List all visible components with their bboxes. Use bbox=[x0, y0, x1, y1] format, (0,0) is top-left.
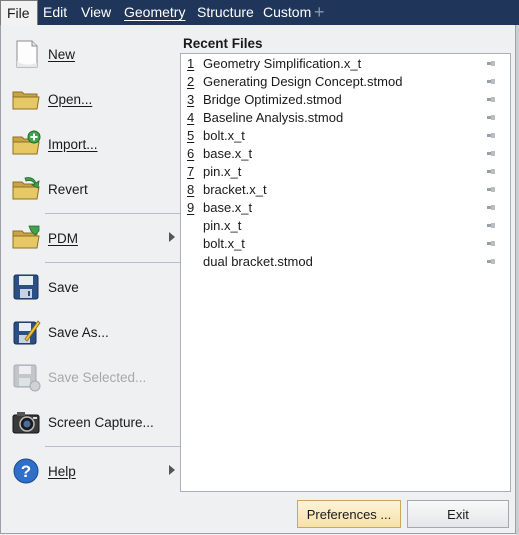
recent-file-row[interactable]: pin.x_t bbox=[181, 217, 510, 235]
menu-item-pdm[interactable]: PDM bbox=[7, 218, 175, 258]
recent-file-row[interactable]: 4 Baseline Analysis.stmod bbox=[181, 109, 510, 127]
menu-item-label: Save Selected... bbox=[48, 369, 147, 385]
recent-file-row[interactable]: bolt.x_t bbox=[181, 235, 510, 253]
menu-separator bbox=[45, 213, 181, 214]
recent-file-row[interactable]: 3 Bridge Optimized.stmod bbox=[181, 91, 510, 109]
menu-item-save[interactable]: Save bbox=[7, 267, 175, 307]
recent-file-name: bolt.x_t bbox=[203, 128, 245, 143]
menu-item-label: Save bbox=[48, 279, 79, 295]
menu-item-screen-capture[interactable]: Screen Capture... bbox=[7, 402, 175, 442]
recent-file-name: base.x_t bbox=[203, 200, 253, 215]
recent-file-name: bolt.x_t bbox=[203, 236, 245, 251]
open-folder-icon bbox=[11, 84, 41, 114]
menu-file[interactable]: File bbox=[0, 0, 38, 25]
menu-item-label: Import... bbox=[48, 136, 98, 152]
menu-item-label: Save As... bbox=[48, 324, 109, 340]
recent-file-name: dual bracket.stmod bbox=[203, 254, 313, 269]
pin-icon[interactable] bbox=[487, 150, 496, 157]
menu-custom[interactable]: Custom bbox=[257, 0, 317, 25]
recent-file-row[interactable]: 7 pin.x_t bbox=[181, 163, 510, 181]
submenu-arrow-icon bbox=[169, 232, 175, 242]
recent-file-number: 5 bbox=[187, 128, 195, 143]
pin-icon[interactable] bbox=[487, 240, 496, 247]
exit-button[interactable]: Exit bbox=[407, 500, 509, 528]
menu-item-label: Open... bbox=[48, 91, 93, 107]
menu-item-label: Screen Capture... bbox=[48, 414, 154, 430]
menu-separator bbox=[45, 262, 181, 263]
menu-view[interactable]: View bbox=[75, 0, 117, 25]
pin-icon[interactable] bbox=[487, 204, 496, 211]
menu-item-save-selected[interactable]: Save Selected... bbox=[7, 357, 175, 397]
revert-folder-icon bbox=[11, 174, 41, 204]
recent-file-row[interactable]: 2 Generating Design Concept.stmod bbox=[181, 73, 510, 91]
save-disk-icon bbox=[11, 272, 41, 302]
recent-file-row[interactable]: 8 bracket.x_t bbox=[181, 181, 510, 199]
menu-item-label: New bbox=[48, 46, 76, 62]
recent-files-title: Recent Files bbox=[183, 36, 263, 51]
svg-text:?: ? bbox=[21, 462, 31, 481]
recent-file-name: Geometry Simplification.x_t bbox=[203, 56, 362, 71]
recent-file-row[interactable]: dual bracket.stmod bbox=[181, 253, 510, 271]
recent-file-number: 1 bbox=[187, 56, 195, 71]
recent-file-number: 2 bbox=[187, 74, 195, 89]
menu-edit[interactable]: Edit bbox=[37, 0, 73, 25]
camera-icon bbox=[11, 407, 41, 437]
menu-structure[interactable]: Structure bbox=[191, 0, 260, 25]
menu-item-revert[interactable]: Revert bbox=[7, 169, 175, 209]
pin-icon[interactable] bbox=[487, 96, 496, 103]
menu-item-new[interactable]: New bbox=[7, 34, 175, 74]
pin-icon[interactable] bbox=[487, 168, 496, 175]
menu-geometry[interactable]: Geometry bbox=[118, 0, 191, 25]
help-icon: ? bbox=[11, 456, 41, 486]
pin-icon[interactable] bbox=[487, 132, 496, 139]
recent-file-number: 7 bbox=[187, 164, 195, 179]
menu-item-label: Help bbox=[48, 463, 76, 479]
pin-icon[interactable] bbox=[487, 186, 496, 193]
recent-file-number: 6 bbox=[187, 146, 195, 161]
pdm-folder-icon bbox=[11, 223, 41, 253]
recent-file-row[interactable]: 1 Geometry Simplification.x_t bbox=[181, 55, 510, 73]
menu-item-label: PDM bbox=[48, 230, 78, 246]
new-document-icon bbox=[11, 39, 41, 69]
pin-icon[interactable] bbox=[487, 258, 496, 265]
recent-file-name: Generating Design Concept.stmod bbox=[203, 74, 403, 89]
recent-file-name: bracket.x_t bbox=[203, 182, 267, 197]
menu-item-open[interactable]: Open... bbox=[7, 79, 175, 119]
preferences-button[interactable]: Preferences ... bbox=[297, 500, 401, 528]
recent-files-list: 1 Geometry Simplification.x_t 2 Generati… bbox=[180, 53, 511, 492]
menu-separator bbox=[45, 446, 181, 447]
save-selected-icon bbox=[11, 362, 41, 392]
recent-file-number: 9 bbox=[187, 200, 195, 215]
recent-file-row[interactable]: 5 bolt.x_t bbox=[181, 127, 510, 145]
recent-file-name: base.x_t bbox=[203, 146, 253, 161]
pin-icon[interactable] bbox=[487, 60, 496, 67]
recent-file-row[interactable]: 6 base.x_t bbox=[181, 145, 510, 163]
recent-file-number: 4 bbox=[187, 110, 195, 125]
menu-item-help[interactable]: ? Help bbox=[7, 451, 175, 491]
import-folder-icon bbox=[11, 129, 41, 159]
file-menu-list: New Open... Import... Revert PDM Save Sa… bbox=[1, 25, 181, 534]
pin-icon[interactable] bbox=[487, 78, 496, 85]
recent-file-row[interactable]: 9 base.x_t bbox=[181, 199, 510, 217]
pin-icon[interactable] bbox=[487, 222, 496, 229]
menu-bar: File Edit View Geometry Structure Custom… bbox=[0, 0, 519, 25]
recent-file-number: 8 bbox=[187, 182, 195, 197]
menu-item-import[interactable]: Import... bbox=[7, 124, 175, 164]
recent-file-name: Bridge Optimized.stmod bbox=[203, 92, 342, 107]
menu-item-save-as[interactable]: Save As... bbox=[7, 312, 175, 352]
recent-file-number: 3 bbox=[187, 92, 195, 107]
submenu-arrow-icon bbox=[169, 465, 175, 475]
recent-file-name: pin.x_t bbox=[203, 164, 242, 179]
plus-icon[interactable]: + bbox=[314, 2, 325, 22]
menu-item-label: Revert bbox=[48, 181, 88, 197]
pin-icon[interactable] bbox=[487, 114, 496, 121]
recent-file-name: pin.x_t bbox=[203, 218, 242, 233]
save-as-icon bbox=[11, 317, 41, 347]
file-menu-panel: New Open... Import... Revert PDM Save Sa… bbox=[0, 25, 516, 534]
recent-file-name: Baseline Analysis.stmod bbox=[203, 110, 344, 125]
